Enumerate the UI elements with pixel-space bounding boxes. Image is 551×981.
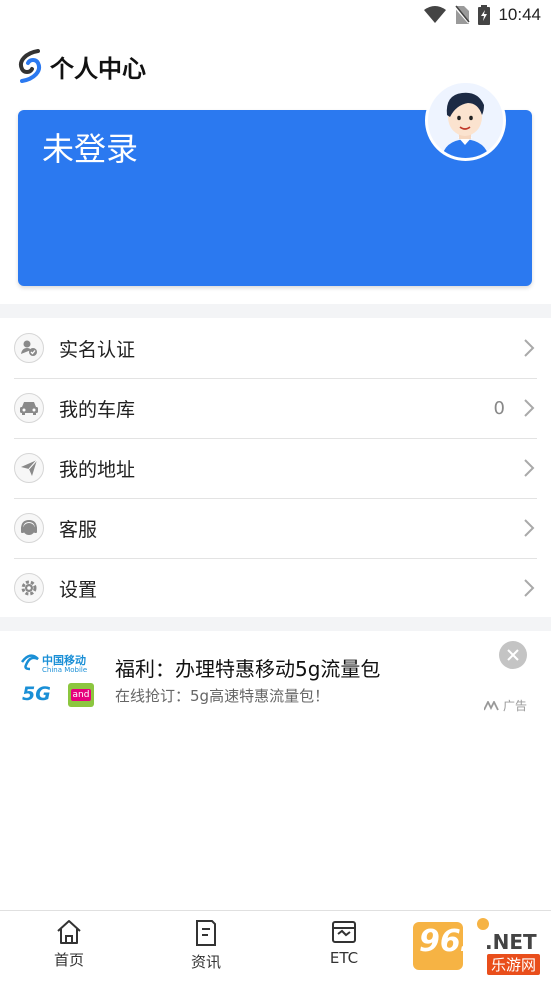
home-icon bbox=[57, 920, 81, 944]
brand-swirl-icon bbox=[19, 49, 41, 83]
menu-item-label: 我的地址 bbox=[59, 458, 136, 481]
menu-item-label: 设置 bbox=[59, 578, 98, 601]
paper-plane-icon bbox=[14, 453, 44, 483]
china-mobile-logo: 中国移动 China Mobile 5G and bbox=[16, 639, 100, 709]
nav-home[interactable]: 首页 bbox=[29, 919, 109, 970]
china-mobile-swirl-icon bbox=[20, 654, 39, 671]
ad-banner[interactable]: 中国移动 China Mobile 5G and 福利：办理特惠移动5g流量包 … bbox=[0, 633, 551, 723]
nav-etc[interactable]: ETC bbox=[304, 919, 384, 967]
watermark-caption: 乐游网 bbox=[487, 954, 541, 975]
etc-icon bbox=[332, 921, 356, 943]
nav-label: 资讯 bbox=[190, 953, 221, 971]
news-icon bbox=[196, 920, 216, 946]
login-status[interactable]: 未登录 bbox=[42, 124, 138, 170]
headset-icon bbox=[14, 513, 44, 543]
ad-subtitle: 在线抢订：5g高速特惠流量包！ bbox=[115, 687, 330, 705]
chevron-right-icon bbox=[524, 459, 535, 477]
logo-and-badge: and bbox=[68, 683, 94, 707]
watermark-logo: 962 .NET 乐游网 bbox=[413, 916, 547, 976]
ad-label: 广告 bbox=[502, 699, 527, 713]
nav-label: ETC bbox=[329, 949, 359, 967]
avatar[interactable] bbox=[425, 80, 506, 161]
logo-text-en: China Mobile bbox=[42, 666, 88, 674]
menu-item-settings[interactable]: 设置 bbox=[0, 558, 551, 618]
ad-title[interactable]: 福利：办理特惠移动5g流量包 bbox=[115, 653, 380, 682]
section-divider bbox=[0, 304, 551, 318]
nav-news[interactable]: 资讯 bbox=[166, 919, 246, 972]
page-header: 个人中心 bbox=[16, 46, 146, 86]
cartoon-avatar-icon bbox=[442, 92, 489, 158]
status-time: 10:44 bbox=[498, 5, 541, 24]
watermark-suffix: .NET bbox=[485, 930, 537, 954]
menu-item-garage[interactable]: 我的车库 0 bbox=[0, 378, 551, 438]
ad-marker: 广告 bbox=[483, 697, 527, 714]
menu-item-customer-service[interactable]: 客服 bbox=[0, 498, 551, 558]
page-title: 个人中心 bbox=[50, 54, 146, 83]
ad-network-icon bbox=[483, 700, 499, 710]
chevron-right-icon bbox=[524, 339, 535, 357]
logo-5g: 5G bbox=[22, 683, 51, 705]
garage-count: 0 bbox=[493, 397, 505, 419]
section-divider bbox=[0, 617, 551, 631]
chevron-right-icon bbox=[524, 399, 535, 417]
status-bar: 10:44 bbox=[0, 0, 551, 34]
user-verify-icon bbox=[14, 333, 44, 363]
menu-list: 实名认证 我的车库 0 我的地址 客服 设置 bbox=[0, 318, 551, 618]
menu-item-address[interactable]: 我的地址 bbox=[0, 438, 551, 498]
menu-item-label: 客服 bbox=[59, 518, 98, 541]
watermark-number: 962 bbox=[419, 924, 482, 959]
menu-item-label: 实名认证 bbox=[59, 338, 136, 361]
close-icon bbox=[507, 649, 519, 661]
wifi-icon bbox=[424, 6, 447, 23]
battery-charging-icon bbox=[478, 5, 491, 25]
no-sim-icon bbox=[454, 5, 471, 24]
chevron-right-icon bbox=[524, 579, 535, 597]
menu-item-label: 我的车库 bbox=[59, 398, 136, 421]
ad-close-button[interactable] bbox=[499, 641, 527, 669]
menu-item-real-name[interactable]: 实名认证 bbox=[0, 318, 551, 378]
nav-label: 首页 bbox=[53, 951, 84, 969]
logo-and-text: and bbox=[70, 689, 92, 701]
car-icon bbox=[14, 393, 44, 423]
status-icons: 10:44 bbox=[424, 5, 541, 25]
gear-icon bbox=[14, 573, 44, 603]
chevron-right-icon bbox=[524, 519, 535, 537]
